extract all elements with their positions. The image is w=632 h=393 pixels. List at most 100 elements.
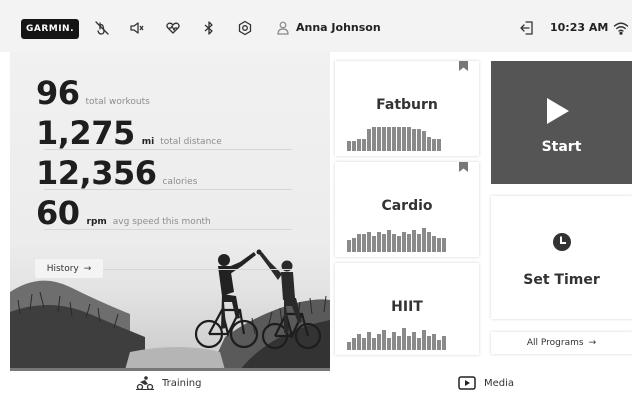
timer-icon (553, 233, 571, 251)
intensity-bar (407, 336, 411, 350)
bookmark-icon[interactable] (459, 162, 468, 172)
stat-calories: 12,356 calories (36, 154, 197, 192)
nav-media-label: Media (484, 377, 515, 389)
program-card-cardio[interactable]: Cardio (335, 162, 479, 257)
program-name: HIIT (391, 299, 423, 315)
nav-training-label: Training (162, 377, 202, 389)
intensity-bar (352, 238, 356, 252)
intensity-bar (392, 234, 396, 252)
mute-icon[interactable] (128, 19, 146, 37)
intensity-bar (422, 228, 426, 252)
intensity-bar (432, 236, 436, 252)
intensity-bar (347, 141, 351, 151)
play-icon (547, 98, 569, 124)
nav-training[interactable]: Training (136, 376, 201, 390)
status-bar: GARMIN. Anna Johnson 10:23 AM (0, 0, 632, 52)
set-timer-button[interactable]: Set Timer (491, 196, 632, 319)
stat-value: 1,275 (36, 114, 135, 152)
intensity-bar (422, 131, 426, 151)
intensity-bar (397, 236, 401, 252)
intensity-bar (437, 238, 441, 252)
intensity-bar (412, 129, 416, 151)
intensity-bar (397, 127, 401, 151)
intensity-bar (362, 139, 366, 151)
stat-total-distance: 1,275 mi total distance (36, 114, 222, 152)
all-programs-button[interactable]: All Programs → (491, 332, 632, 354)
no-touch-icon[interactable] (93, 19, 111, 37)
cyclist-icon (136, 376, 154, 390)
stat-value: 12,356 (36, 154, 157, 192)
intensity-bar (377, 232, 381, 252)
arrow-right-icon: → (83, 263, 92, 274)
wifi-icon (612, 19, 630, 37)
stat-avg-speed: 60 rpm avg speed this month (36, 194, 211, 232)
intensity-bar (352, 141, 356, 151)
intensity-bar (412, 332, 416, 350)
intensity-bar (417, 234, 421, 252)
intensity-bar (387, 338, 391, 350)
intensity-bar (402, 232, 406, 252)
intensity-bar (427, 232, 431, 252)
intensity-bar (347, 342, 351, 350)
intensity-bar (397, 336, 401, 350)
arrow-right-icon: → (588, 338, 597, 348)
history-label: History (46, 263, 79, 274)
stat-value: 60 (36, 194, 80, 232)
intensity-bar (402, 127, 406, 151)
nav-media[interactable]: Media (458, 376, 514, 390)
play-screen-icon (458, 376, 476, 390)
intensity-bar (427, 137, 431, 151)
clock: 10:23 AM (550, 21, 609, 34)
stat-total-workouts: 96 total workouts (36, 74, 150, 112)
stat-label: calories (162, 177, 198, 187)
heart-rate-icon[interactable] (164, 19, 182, 37)
intensity-bar (417, 338, 421, 350)
intensity-bar (352, 338, 356, 350)
intensity-bar (442, 238, 446, 252)
intensity-bar (377, 127, 381, 151)
stat-label: total distance (160, 137, 222, 147)
bookmark-icon[interactable] (459, 61, 468, 71)
bluetooth-icon[interactable] (200, 19, 218, 37)
intensity-bar (402, 328, 406, 350)
intensity-bar (432, 334, 436, 350)
intensity-bar (407, 127, 411, 151)
intensity-bar (442, 336, 446, 350)
intensity-bar (367, 332, 371, 350)
program-name: Fatburn (376, 97, 438, 113)
start-label: Start (541, 139, 582, 155)
user-name[interactable]: Anna Johnson (296, 21, 381, 34)
stat-label: total workouts (85, 97, 150, 107)
intensity-bar (417, 129, 421, 151)
intensity-bar (382, 127, 386, 151)
start-button[interactable]: Start (491, 61, 632, 184)
user-icon (274, 19, 292, 37)
program-card-hiit[interactable]: HIIT (335, 263, 479, 355)
intensity-bars (347, 123, 441, 151)
intensity-bar (387, 127, 391, 151)
intensity-bar (362, 234, 366, 252)
intensity-bar (382, 330, 386, 350)
intensity-bar (437, 340, 441, 350)
intensity-bar (357, 234, 361, 252)
intensity-bar (377, 334, 381, 350)
settings-icon[interactable] (236, 19, 254, 37)
intensity-bar (437, 139, 441, 151)
set-timer-label: Set Timer (523, 272, 600, 288)
intensity-bar (347, 240, 351, 252)
intensity-bar (422, 330, 426, 350)
intensity-bar (392, 332, 396, 350)
hero-progress-fill (10, 368, 330, 371)
logout-icon[interactable] (518, 19, 536, 37)
intensity-bar (392, 127, 396, 151)
intensity-bar (412, 230, 416, 252)
intensity-bar (372, 236, 376, 252)
intensity-bar (357, 139, 361, 151)
intensity-bar (427, 336, 431, 350)
bottom-nav: Training Media (0, 373, 632, 393)
intensity-bar (362, 338, 366, 350)
program-card-fatburn[interactable]: Fatburn (335, 61, 479, 156)
history-button[interactable]: History → (35, 259, 103, 278)
intensity-bar (357, 334, 361, 350)
intensity-bar (372, 127, 376, 151)
